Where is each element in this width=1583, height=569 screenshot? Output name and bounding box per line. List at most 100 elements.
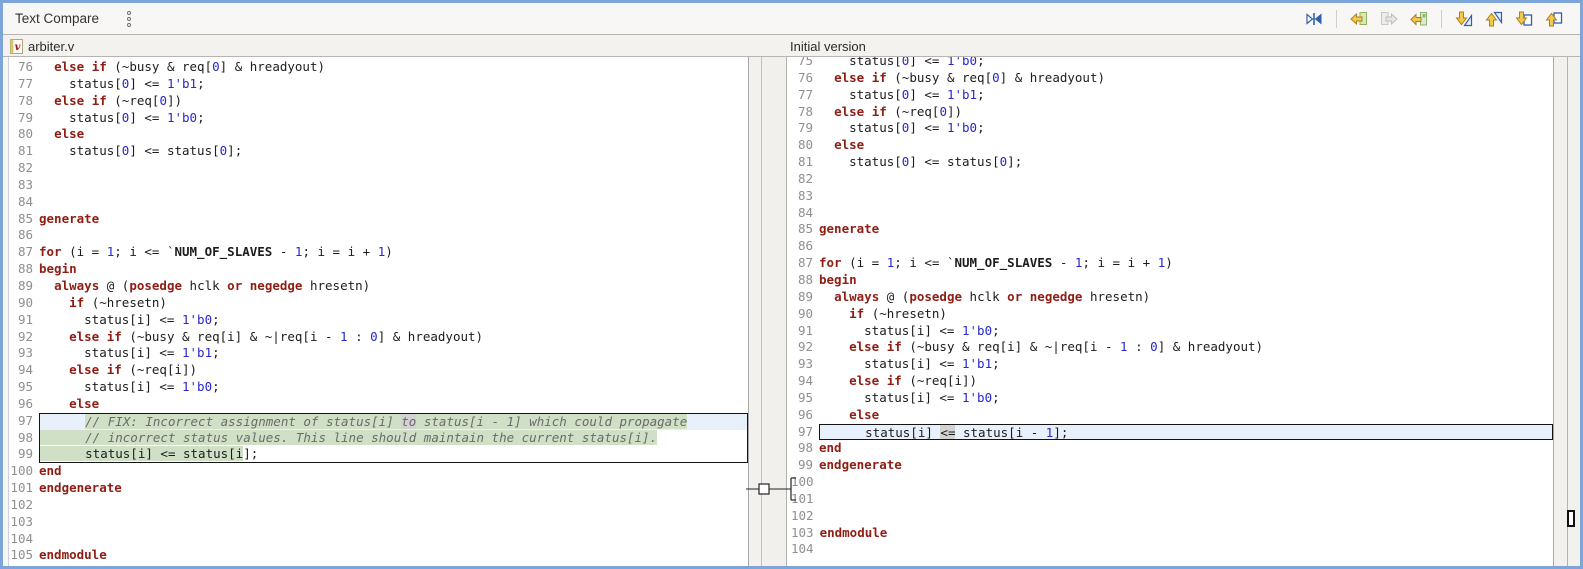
previous-change-button[interactable]: [1542, 7, 1566, 31]
code-text: else if (~req[i]): [849, 373, 978, 389]
right-code-line: 98 end: [791, 440, 1553, 457]
left-code-line: 88 begin: [9, 261, 748, 278]
right-code-line: 84: [791, 205, 1553, 222]
line-number: 97: [17, 412, 33, 428]
right-code-line: 99 endgenerate: [791, 457, 1553, 474]
left-file-name: arbiter.v: [28, 38, 75, 54]
right-code-line: 75 status[0] <= 1'b0;: [791, 57, 1553, 70]
swap-left-right-icon: [1306, 12, 1322, 25]
line-number: 95: [17, 379, 33, 395]
code-text: status[0] <= 1'b0;: [39, 109, 205, 125]
right-code-line: 79 status[0] <= 1'b0;: [791, 120, 1553, 137]
left-code-line: 86: [9, 227, 748, 244]
left-code-line: 100 end: [9, 463, 748, 480]
line-number: 99: [797, 457, 813, 473]
line-number: 102: [10, 496, 33, 512]
left-code-line: 78 else if (~req[0]): [9, 93, 748, 110]
left-code-line: 77 status[0] <= 1'b1;: [9, 76, 748, 93]
copy-current-left-to-right-button[interactable]: [1377, 7, 1401, 31]
right-code-line: 94 else if (~req[i]): [791, 373, 1553, 390]
diff-overview-marker[interactable]: [1567, 510, 1575, 527]
verilog-file-icon: v: [10, 38, 23, 54]
code-text: else if (~busy & req[i] & ~|req[i - 1 : …: [69, 328, 484, 344]
next-difference-button[interactable]: [1452, 7, 1476, 31]
line-number: 98: [797, 440, 813, 456]
right-code-line: 90 if (~hresetn): [791, 306, 1553, 323]
left-code-line: 81 status[0] <= status[0];: [9, 143, 748, 160]
right-code-line: 78 else if (~req[0]): [791, 104, 1553, 121]
right-scrollbar[interactable]: [1553, 57, 1580, 566]
line-number: 75: [797, 57, 813, 68]
code-text: begin: [819, 271, 857, 287]
code-text: endgenerate: [819, 457, 902, 473]
next-change-button[interactable]: [1512, 7, 1536, 31]
code-text: else if (~req[0]): [834, 103, 963, 119]
left-code-line: 90 if (~hresetn): [9, 295, 748, 312]
right-editor[interactable]: 75 status[0] <= 1'b0; 76 else if (~busy &…: [786, 57, 1553, 566]
right-code-line: 82: [791, 171, 1553, 188]
right-code-line: 81 status[0] <= status[0];: [791, 154, 1553, 171]
right-code-line: 96 else: [791, 407, 1553, 424]
code-text: else: [54, 126, 85, 142]
line-number: 83: [17, 176, 33, 192]
copy-current-right-to-left-button[interactable]: [1407, 7, 1431, 31]
line-number: 91: [17, 311, 33, 327]
code-text: status[0] <= 1'b0;: [819, 120, 985, 136]
compare-toolbar: Text Compare: [3, 3, 1580, 35]
line-number: 85: [17, 210, 33, 226]
line-number: 103: [791, 524, 814, 540]
next-difference-icon: [1455, 11, 1473, 26]
line-number: 96: [17, 395, 33, 411]
code-text: else if (~busy & req[0] & hreadyout): [54, 59, 325, 74]
right-code-line: 93 status[i] <= 1'b1;: [791, 356, 1553, 373]
code-text: status[0] <= 1'b0;: [819, 57, 985, 68]
previous-difference-button[interactable]: [1482, 7, 1506, 31]
right-code-line: 76 else if (~busy & req[0] & hreadyout): [791, 70, 1553, 87]
left-code-line: 98 // incorrect status values. This line…: [9, 429, 748, 447]
copy-all-right-to-left-button[interactable]: [1347, 7, 1371, 31]
line-number: 89: [797, 288, 813, 304]
right-code-line: 83: [791, 188, 1553, 205]
right-code-line: 77 status[0] <= 1'b1;: [791, 87, 1553, 104]
code-text: else if (~req[i]): [69, 362, 198, 378]
view-title: Text Compare: [15, 11, 100, 26]
line-number: 82: [797, 170, 813, 186]
view-menu-icon[interactable]: [127, 10, 132, 27]
right-code-line: 89 always @ (posedge hclk or negedge hre…: [791, 289, 1553, 306]
line-number: 86: [17, 227, 33, 243]
left-code-line: 104: [9, 531, 748, 548]
code-text: status[0] <= status[0];: [39, 143, 243, 159]
line-number: 80: [17, 126, 33, 142]
code-text: for (i = 1; i <= `NUM_OF_SLAVES - 1; i =…: [39, 244, 393, 260]
line-number: 87: [17, 244, 33, 260]
left-code-line: 79 status[0] <= 1'b0;: [9, 110, 748, 127]
line-number: 78: [17, 92, 33, 108]
line-number: 83: [797, 187, 813, 203]
line-number: 82: [17, 160, 33, 176]
code-text: status[i] <= 1'b0;: [39, 379, 220, 395]
code-text: status[i] <= 1'b0;: [39, 311, 220, 327]
line-number: 81: [797, 154, 813, 170]
diff-connector-handle[interactable]: [758, 483, 770, 495]
line-number: 93: [797, 356, 813, 372]
left-annotation-ruler: [3, 57, 9, 566]
left-code-line: 76 else if (~busy & req[0] & hreadyout): [9, 59, 748, 76]
code-text: begin: [39, 261, 77, 277]
line-number: 88: [17, 261, 33, 277]
line-number: 101: [10, 480, 33, 496]
left-code-line: 80 else: [9, 126, 748, 143]
line-number: 103: [10, 513, 33, 529]
line-number: 81: [17, 143, 33, 159]
code-text: status[i] <= status[i - 1];: [819, 423, 1553, 441]
swap-left-right-button[interactable]: [1302, 7, 1326, 31]
left-code-line: 84: [9, 194, 748, 211]
line-number: 88: [797, 271, 813, 287]
left-editor[interactable]: 76 else if (~busy & req[0] & hreadyout) 7…: [3, 57, 748, 566]
